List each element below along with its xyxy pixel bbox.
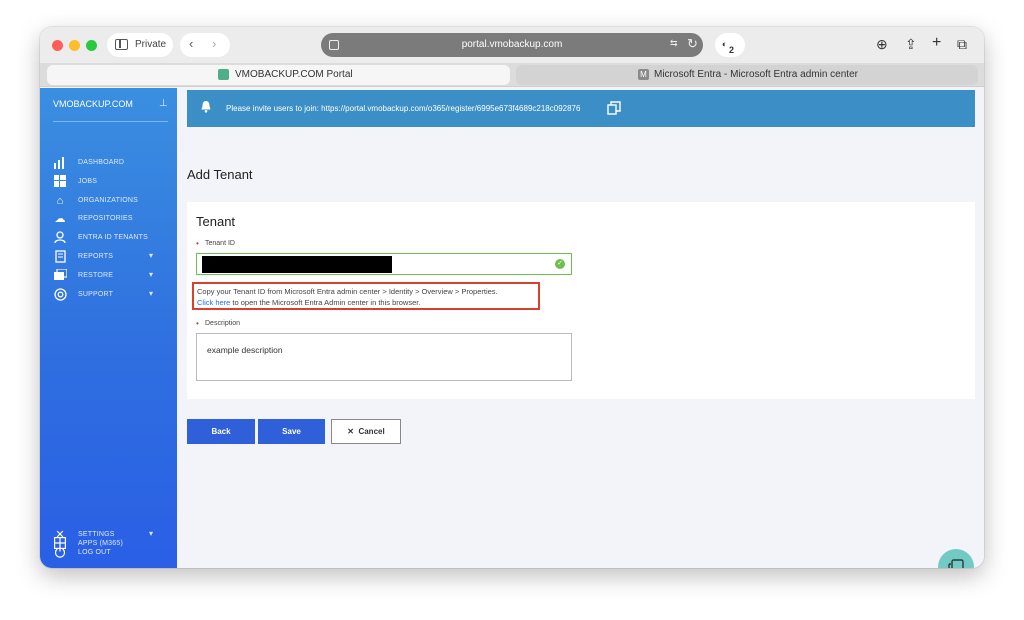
cloud-upload-icon: ☁ <box>54 213 66 225</box>
description-textarea[interactable]: example description <box>196 333 572 381</box>
minimize-window-button[interactable] <box>69 40 80 51</box>
sidebar-item-repositories[interactable]: ☁ REPOSITORIES <box>53 212 171 228</box>
sidebar-item-label: ORGANIZATIONS <box>78 197 139 204</box>
building-icon: ⌂ <box>56 195 64 207</box>
sidebar-item-label: JOBS <box>78 178 98 185</box>
description-label: Description <box>205 320 241 327</box>
windows-icon <box>53 175 67 189</box>
tenant-form-card: Tenant • Tenant ID ✓ Copy your Tenant ID… <box>187 202 975 399</box>
sidebar-toggle-button[interactable]: Private <box>107 33 173 57</box>
address-bar[interactable]: portal.vmobackup.com ⇆ ↻ <box>321 33 703 57</box>
tenant-id-help-text: Copy your Tenant ID from Microsoft Entra… <box>197 287 498 296</box>
sidebar-item-organizations[interactable]: ⌂ ORGANIZATIONS <box>53 194 171 210</box>
nav-buttons: ‹ › <box>180 33 230 57</box>
shield-count: ◐ 2 <box>722 39 735 55</box>
reload-icon[interactable]: ↻ <box>687 36 698 52</box>
help-link-suffix: to open the Microsoft Entra Admin center… <box>230 298 421 307</box>
forward-arrow-icon[interactable]: › <box>212 36 216 51</box>
tenant-id-help-highlight: Copy your Tenant ID from Microsoft Entra… <box>192 282 540 310</box>
sidebar-item-reports[interactable]: REPORTS ▾ <box>53 250 171 266</box>
required-marker: • <box>196 319 199 328</box>
sidebar-item-entra-id-tenants[interactable]: ENTRA ID TENANTS <box>53 231 171 247</box>
browser-titlebar: Private ‹ › portal.vmobackup.com ⇆ ↻ ◐ 2… <box>40 27 984 63</box>
sidebar-icon <box>115 39 128 50</box>
translate-icon[interactable]: ⇆ <box>670 38 678 49</box>
back-button[interactable]: Back <box>187 419 255 444</box>
invite-banner: Please invite users to join: https://por… <box>187 90 975 127</box>
copy-icon[interactable] <box>607 101 621 115</box>
tab-vmobackup-portal[interactable]: VMOBACKUP.COM Portal <box>47 65 510 85</box>
browser-window: Private ‹ › portal.vmobackup.com ⇆ ↻ ◐ 2… <box>40 27 984 568</box>
required-marker: • <box>196 239 199 248</box>
bell-icon <box>201 101 211 113</box>
valid-check-icon: ✓ <box>555 259 565 269</box>
description-value: example description <box>207 345 283 355</box>
tabs-icon: ⧉ <box>957 36 967 52</box>
page-title: Add Tenant <box>187 167 253 182</box>
close-icon: ✕ <box>347 427 354 436</box>
download-icon: ⊕ <box>876 36 888 52</box>
sidebar-item-label: DASHBOARD <box>78 159 125 166</box>
sidebar-item-label: ENTRA ID TENANTS <box>78 234 148 241</box>
sidebar-item-label: REPOSITORIES <box>78 215 133 222</box>
chevron-down-icon: ▾ <box>149 289 154 298</box>
tab-bar: VMOBACKUP.COM Portal M Microsoft Entra -… <box>40 63 984 87</box>
cancel-label: Cancel <box>358 427 385 436</box>
privacy-shield-button[interactable]: ◐ 2 <box>715 33 745 57</box>
zoom-window-button[interactable] <box>86 40 97 51</box>
sidebar-divider <box>53 121 168 122</box>
sidebar-item-settings[interactable]: ✕ SETTINGS ▾ <box>53 528 171 544</box>
user-icon <box>53 231 67 245</box>
tools-icon: ✕ <box>55 529 65 541</box>
pin-icon[interactable]: ⊥ <box>159 98 168 109</box>
sidebar-item-label: SETTINGS <box>78 531 115 538</box>
chevron-down-icon: ▾ <box>149 251 154 260</box>
tab-title: Microsoft Entra - Microsoft Entra admin … <box>654 69 858 80</box>
invite-message: Please invite users to join: https://por… <box>226 104 581 113</box>
sidebar-item-dashboard[interactable]: DASHBOARD <box>53 156 171 172</box>
chevron-down-icon: ▾ <box>149 529 154 538</box>
sidebar: VMOBACKUP.COM ⊥ DASHBOARD JOBS ⌂ ORGANIZ… <box>40 88 177 568</box>
sidebar-item-label: RESTORE <box>78 272 114 279</box>
cancel-button[interactable]: ✕ Cancel <box>331 419 401 444</box>
tenant-id-label: Tenant ID <box>205 240 235 247</box>
sidebar-item-label: LOG OUT <box>78 549 111 556</box>
private-label: Private <box>135 39 167 50</box>
chat-support-button[interactable] <box>938 549 974 568</box>
restore-icon <box>53 268 68 283</box>
document-icon <box>53 250 67 264</box>
redacted-tenant-id <box>202 256 392 273</box>
portal-favicon-icon <box>218 69 229 80</box>
sidebar-item-support[interactable]: SUPPORT ▾ <box>53 288 171 304</box>
sidebar-item-label: SUPPORT <box>78 291 114 298</box>
chat-icon <box>948 559 964 568</box>
plus-icon: + <box>932 34 942 51</box>
lifebuoy-icon <box>53 288 67 302</box>
entra-admin-center-link[interactable]: Click here <box>197 298 230 307</box>
tab-microsoft-entra[interactable]: M Microsoft Entra - Microsoft Entra admi… <box>516 65 978 85</box>
microsoft-favicon-icon: M <box>638 69 649 80</box>
main-content: Please invite users to join: https://por… <box>177 88 984 568</box>
sidebar-item-jobs[interactable]: JOBS <box>53 175 171 191</box>
tenant-id-help-line2: Click here to open the Microsoft Entra A… <box>197 298 420 307</box>
power-icon <box>53 546 67 560</box>
url-text: portal.vmobackup.com <box>461 39 563 50</box>
bar-chart-icon <box>53 156 67 170</box>
back-arrow-icon[interactable]: ‹ <box>189 36 193 51</box>
chevron-down-icon: ▾ <box>149 270 154 279</box>
brand-name: VMOBACKUP.COM <box>53 99 133 109</box>
card-title: Tenant <box>196 214 236 229</box>
sidebar-item-log-out[interactable]: LOG OUT <box>53 546 171 562</box>
tab-title: VMOBACKUP.COM Portal <box>235 69 353 80</box>
save-button[interactable]: Save <box>258 419 325 444</box>
sidebar-item-restore[interactable]: RESTORE ▾ <box>53 268 171 285</box>
tenant-id-input[interactable]: ✓ <box>196 253 572 275</box>
close-window-button[interactable] <box>52 40 63 51</box>
share-icon: ⇪ <box>905 36 917 52</box>
sidebar-item-label: REPORTS <box>78 253 114 260</box>
